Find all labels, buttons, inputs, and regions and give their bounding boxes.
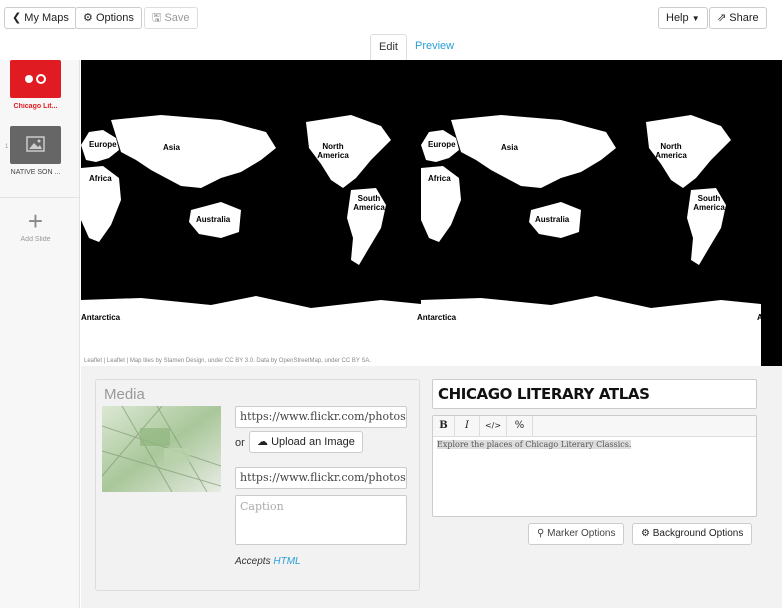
media-preview-image [101,405,222,493]
gear-icon: ⚙ [641,528,650,539]
slide-sidebar: Chicago Lit... 1 NATIVE SON ... + Add Sl… [0,60,80,608]
share-icon: ⇗ [717,12,727,24]
map-label: North America [655,142,687,160]
top-bar: ❮ My Maps ⚙ Options 🖫 Save Help ▼ ⇗ Shar… [0,0,782,36]
map-attribution[interactable]: Leaflet | Leaflet | Map tiles by Stamen … [84,358,371,364]
map-label: Australia [196,215,231,224]
edit-preview-tabs: Edit Preview [0,34,782,60]
background-options-button[interactable]: ⚙ Background Options [632,523,753,545]
map-label: An [757,313,768,322]
storymap-logo-icon [25,74,46,84]
slide-label: Chicago Lit... [13,103,58,110]
media-url-input[interactable]: https://www.flickr.com/photos/ [235,406,407,428]
slide-editor: Media https://www.flickr.com/photos/ or … [81,366,782,608]
chevron-left-icon: ❮ [12,12,22,24]
slide-thumbnail [10,60,61,98]
image-icon [26,136,45,152]
map-label: Australia [535,215,570,224]
map-label: Africa [89,174,112,183]
map-label: North America [317,142,349,160]
upload-image-button[interactable]: ☁ Upload an Image [249,431,363,453]
accepts-html-note: Accepts HTML [235,556,301,567]
slide-number: 1 [5,144,9,150]
map-label: Asia [501,143,518,152]
link-button[interactable]: % [507,416,533,436]
headline-input[interactable]: CHICAGO LITERARY ATLAS [432,379,757,409]
map-label: South America [693,194,725,212]
map-photo-image [101,405,222,493]
map-label: Antarctica [81,313,121,322]
html-link[interactable]: HTML [273,556,300,567]
editor-body[interactable]: Explore the places of Chicago Literary C… [433,437,756,452]
map-marker-icon: ⚲ [537,528,545,539]
description-text: Explore the places of Chicago Literary C… [437,440,632,449]
marker-options-button[interactable]: ⚲ Marker Options [528,523,625,545]
media-credit-input[interactable]: https://www.flickr.com/photos/ [235,467,407,489]
help-button[interactable]: Help ▼ [658,7,708,29]
bold-button[interactable]: B [433,416,455,436]
my-maps-button[interactable]: ❮ My Maps [4,7,77,29]
save-button[interactable]: 🖫 Save [144,7,198,29]
map-label: Europe [89,140,117,149]
tab-preview[interactable]: Preview [407,34,462,60]
divider [0,197,80,198]
add-slide-button[interactable]: + Add Slide [9,208,62,243]
map-label: Antarctica [417,313,457,322]
caret-down-icon: ▼ [691,14,700,23]
slide-title[interactable]: Chicago Lit... [9,60,62,110]
floppy-icon: 🖫 [152,12,162,24]
code-button[interactable]: </> [480,416,507,436]
share-button[interactable]: ⇗ Share [709,7,767,29]
italic-button[interactable]: I [455,416,480,436]
slide-label: NATIVE SON ... [10,169,61,176]
slide-1[interactable]: NATIVE SON ... [9,126,62,176]
media-panel: Media https://www.flickr.com/photos/ or … [95,379,420,591]
map-label: Asia [163,143,180,152]
options-button[interactable]: ⚙ Options [75,7,142,29]
gear-icon: ⚙ [83,12,93,24]
slide-thumbnail [10,126,61,164]
map-preview[interactable]: Europe Asia North America Africa South A… [81,60,782,366]
cloud-upload-icon: ☁ [257,436,268,448]
map-label: Africa [428,174,451,183]
or-label: or [235,437,245,449]
editor-toolbar: B I </> % [433,416,756,437]
tab-edit[interactable]: Edit [370,34,407,60]
map-label: Europe [428,140,456,149]
rich-text-editor: B I </> % Explore the places of Chicago … [432,415,757,517]
media-title: Media [104,386,145,403]
map-label: South America [353,194,385,212]
caption-textarea[interactable]: Caption [235,495,407,545]
plus-icon: + [27,206,44,236]
